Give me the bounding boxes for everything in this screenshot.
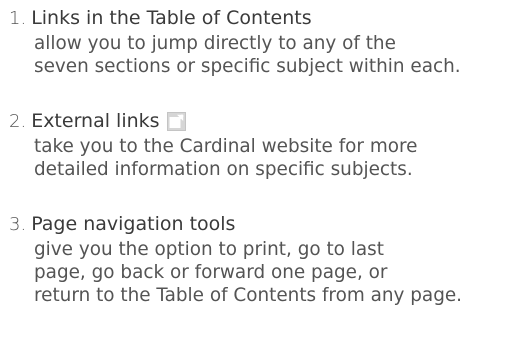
list-item-number: 3. [9,214,27,235]
list-item-description-line: page, go back or forward one page, or [34,262,388,283]
list-item-page-navigation: 3. Page navigation tools give you the op… [9,210,509,307]
list-item-description-line: seven sections or specific subject withi… [34,56,461,77]
list-item-toc-links: 1. Links in the Table of Contents allow … [9,4,509,78]
list-item-number: 2. [9,111,27,132]
list-item-description-line: detailed information on specific subject… [34,159,413,180]
list-item-title: Page navigation tools [31,213,236,235]
external-link-icon [166,111,186,131]
list-item-heading: 2. External links [9,107,509,135]
list-item-title: Links in the Table of Contents [31,7,312,29]
list-item-description-line: return to the Table of Contents from any… [34,285,463,306]
list-item-heading: 1. Links in the Table of Contents [9,4,509,32]
instructions-list: 1. Links in the Table of Contents allow … [9,4,509,307]
list-item-number: 1. [9,8,27,29]
list-item-description-line: give you the option to print, go to last [34,239,384,260]
list-item-heading: 3. Page navigation tools [9,210,509,238]
list-item-title: External links [31,110,160,132]
list-item-description-line: take you to the Cardinal website for mor… [34,136,418,157]
list-item-description-line: allow you to jump directly to any of the [34,33,396,54]
list-item-external-links: 2. External links take you to the Cardin… [9,107,509,181]
